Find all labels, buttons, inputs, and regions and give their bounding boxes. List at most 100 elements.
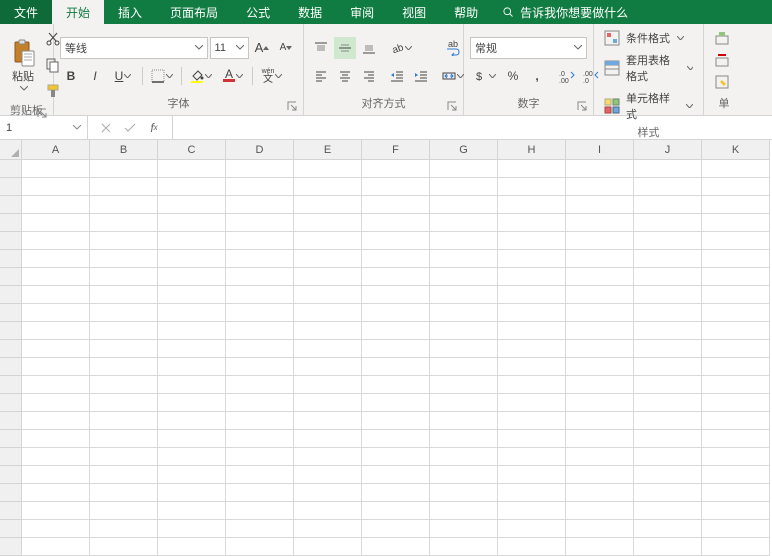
decrease-font-button[interactable]: A [275, 37, 297, 59]
tab-insert[interactable]: 插入 [104, 0, 156, 24]
cell[interactable] [294, 484, 362, 502]
cell[interactable] [566, 232, 634, 250]
cell[interactable] [498, 322, 566, 340]
row-header[interactable] [0, 250, 22, 268]
cell[interactable] [498, 412, 566, 430]
cell[interactable] [634, 286, 702, 304]
cell[interactable] [226, 196, 294, 214]
cell[interactable] [158, 250, 226, 268]
cell[interactable] [158, 268, 226, 286]
cell[interactable] [498, 250, 566, 268]
cell[interactable] [430, 394, 498, 412]
cell[interactable] [158, 502, 226, 520]
cell[interactable] [158, 484, 226, 502]
cell[interactable] [90, 430, 158, 448]
cell[interactable] [22, 196, 90, 214]
increase-indent-button[interactable] [410, 65, 432, 87]
font-color-button[interactable]: A [218, 65, 248, 87]
cell[interactable] [362, 520, 430, 538]
cell[interactable] [634, 214, 702, 232]
cell[interactable] [702, 178, 770, 196]
cell[interactable] [702, 322, 770, 340]
cell[interactable] [226, 412, 294, 430]
cell[interactable] [158, 340, 226, 358]
row-header[interactable] [0, 430, 22, 448]
cell[interactable] [430, 430, 498, 448]
cell[interactable] [226, 448, 294, 466]
cell[interactable] [294, 340, 362, 358]
row-header[interactable] [0, 394, 22, 412]
cell[interactable] [702, 160, 770, 178]
cell[interactable] [430, 322, 498, 340]
cell[interactable] [362, 178, 430, 196]
cell[interactable] [90, 250, 158, 268]
cell[interactable] [22, 520, 90, 538]
cell[interactable] [362, 214, 430, 232]
cell[interactable] [634, 502, 702, 520]
cell[interactable] [634, 196, 702, 214]
cell[interactable] [158, 196, 226, 214]
cell[interactable] [158, 160, 226, 178]
cell[interactable] [634, 484, 702, 502]
cell[interactable] [702, 520, 770, 538]
align-left-button[interactable] [310, 65, 332, 87]
cell[interactable] [22, 286, 90, 304]
cell[interactable] [498, 538, 566, 556]
cell[interactable] [294, 196, 362, 214]
cell[interactable] [498, 214, 566, 232]
column-header[interactable]: F [362, 140, 430, 160]
cell[interactable] [90, 268, 158, 286]
cell[interactable] [362, 322, 430, 340]
row-header[interactable] [0, 412, 22, 430]
cell[interactable] [22, 340, 90, 358]
cell[interactable] [566, 214, 634, 232]
cell[interactable] [634, 430, 702, 448]
cell[interactable] [22, 322, 90, 340]
cell[interactable] [634, 358, 702, 376]
cell[interactable] [362, 466, 430, 484]
cell[interactable] [90, 376, 158, 394]
cell[interactable] [226, 466, 294, 484]
cell[interactable] [226, 538, 294, 556]
cell[interactable] [226, 376, 294, 394]
column-header[interactable]: I [566, 140, 634, 160]
cell[interactable] [158, 178, 226, 196]
cell[interactable] [566, 250, 634, 268]
row-header[interactable] [0, 214, 22, 232]
cell[interactable] [634, 178, 702, 196]
cell[interactable] [634, 394, 702, 412]
cell[interactable] [22, 412, 90, 430]
cell[interactable] [90, 340, 158, 358]
cell[interactable] [362, 394, 430, 412]
row-header[interactable] [0, 520, 22, 538]
cell[interactable] [702, 358, 770, 376]
cell[interactable] [430, 358, 498, 376]
cell[interactable] [90, 304, 158, 322]
font-size-combo[interactable]: 11 [210, 37, 249, 59]
cell[interactable] [430, 232, 498, 250]
cell[interactable] [294, 268, 362, 286]
cell[interactable] [226, 160, 294, 178]
tab-formulas[interactable]: 公式 [232, 0, 284, 24]
cell[interactable] [702, 502, 770, 520]
cell[interactable] [294, 448, 362, 466]
cell[interactable] [158, 412, 226, 430]
cell[interactable] [634, 466, 702, 484]
cell[interactable] [362, 484, 430, 502]
align-bottom-button[interactable] [358, 37, 380, 59]
column-header[interactable]: D [226, 140, 294, 160]
cell[interactable] [498, 286, 566, 304]
cell[interactable] [90, 232, 158, 250]
cell[interactable] [566, 340, 634, 358]
insert-function-button[interactable]: fx [146, 120, 162, 136]
cell[interactable] [634, 448, 702, 466]
cell[interactable] [362, 268, 430, 286]
cell[interactable] [294, 286, 362, 304]
row-header[interactable] [0, 484, 22, 502]
cell[interactable] [702, 538, 770, 556]
decrease-indent-button[interactable] [386, 65, 408, 87]
format-as-table-button[interactable]: 套用表格格式 [600, 50, 697, 86]
cell[interactable] [430, 538, 498, 556]
cell[interactable] [498, 376, 566, 394]
increase-decimal-button[interactable]: .0.00 [556, 65, 578, 87]
